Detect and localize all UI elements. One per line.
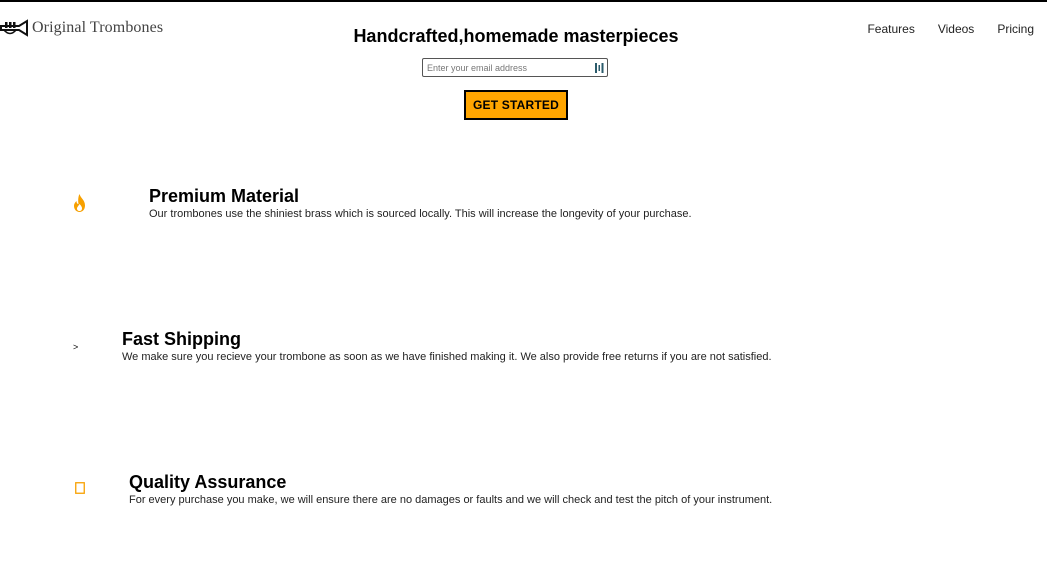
password-manager-icon[interactable] xyxy=(594,62,604,74)
get-started-button[interactable]: GET STARTED xyxy=(464,90,568,120)
top-border xyxy=(0,0,1047,2)
arrow-icon: > xyxy=(73,342,79,352)
fire-icon xyxy=(74,194,85,212)
feature-title: Premium Material xyxy=(149,186,300,206)
email-field-wrapper xyxy=(422,58,608,77)
feature-description: We make sure you recieve your trombone a… xyxy=(122,351,772,363)
hero-title: Handcrafted,homemade masterpieces xyxy=(353,26,679,46)
feature-title: Quality Assurance xyxy=(129,472,287,492)
feature-description: Our trombones use the shiniest brass whi… xyxy=(149,208,692,220)
email-input[interactable] xyxy=(423,60,587,75)
feature-title: Fast Shipping xyxy=(122,329,241,349)
feature-description: For every purchase you make, we will ens… xyxy=(129,494,773,506)
quality-box-icon xyxy=(75,482,85,494)
